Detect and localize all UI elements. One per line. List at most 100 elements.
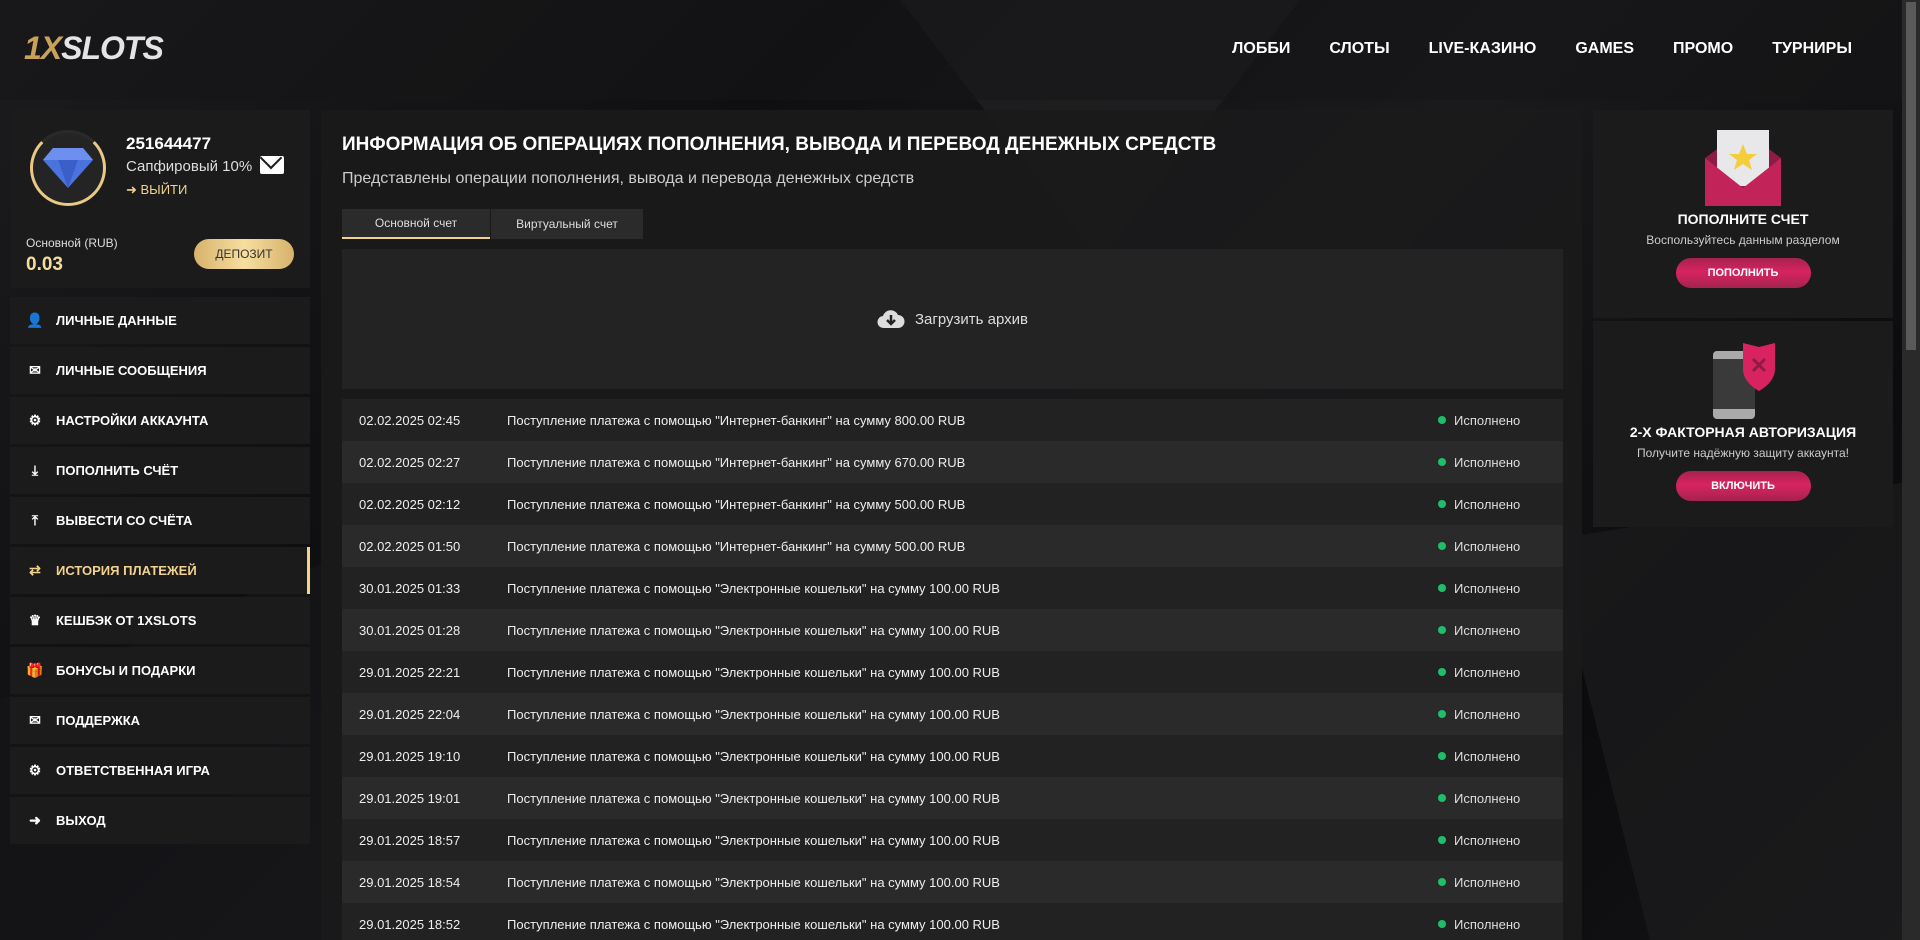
phone-shield-icon bbox=[1713, 343, 1775, 419]
transaction-date: 02.02.2025 02:12 bbox=[359, 496, 461, 512]
transaction-date: 29.01.2025 18:54 bbox=[359, 874, 461, 890]
menu-account-settings[interactable]: ⚙ НАСТРОЙКИ АККАУНТА bbox=[10, 397, 310, 444]
promo-card-2fa: 2-Х ФАКТОРНАЯ АВТОРИЗАЦИЯ Получите надёж… bbox=[1593, 321, 1893, 527]
menu-support[interactable]: ✉ ПОДДЕРЖКА bbox=[10, 697, 310, 744]
nav-live-casino[interactable]: LIVE-КАЗИНО bbox=[1429, 40, 1537, 58]
user-id: 251644477 bbox=[126, 134, 212, 153]
page-scrollbar[interactable] bbox=[1902, 0, 1920, 940]
nav-promo[interactable]: ПРОМО bbox=[1673, 40, 1733, 58]
top-up-button[interactable]: ПОПОЛНИТЬ bbox=[1675, 258, 1811, 288]
header: 1XSLOTS ЛОББИ СЛОТЫ LIVE-КАЗИНО GAMES ПР… bbox=[0, 0, 1902, 100]
menu-label: НАСТРОЙКИ АККАУНТА bbox=[56, 413, 209, 428]
tab-main-account[interactable]: Основной счет bbox=[342, 209, 490, 239]
status-badge: Исполнено bbox=[1438, 875, 1563, 890]
menu-label: БОНУСЫ И ПОДАРКИ bbox=[56, 663, 196, 678]
scrollbar-thumb[interactable] bbox=[1906, 2, 1916, 350]
transaction-date: 29.01.2025 19:10 bbox=[359, 748, 461, 764]
menu-withdraw[interactable]: ⤒ ВЫВЕСТИ СО СЧЁТА bbox=[10, 497, 310, 544]
download-archive-button[interactable]: Загрузить архив bbox=[342, 249, 1563, 389]
transaction-description: Поступление платежа с помощью "Интернет-… bbox=[507, 496, 966, 512]
status-label: Исполнено bbox=[1454, 790, 1521, 806]
status-label: Исполнено bbox=[1454, 580, 1521, 596]
nav-tournaments[interactable]: ТУРНИРЫ bbox=[1772, 40, 1852, 58]
tab-virtual-account[interactable]: Виртуальный счет bbox=[491, 209, 643, 239]
status-label: Исполнено bbox=[1454, 496, 1521, 512]
menu-payment-history[interactable]: ⇄ ИСТОРИЯ ПЛАТЕЖЕЙ bbox=[10, 547, 310, 594]
status-label: Исполнено bbox=[1454, 664, 1521, 680]
promo-card-deposit: ПОПОЛНИТЕ СЧЕТ Воспользуйтесь данным раз… bbox=[1593, 110, 1893, 318]
download-archive-label: Загрузить архив bbox=[914, 310, 1029, 328]
logo[interactable]: 1XSLOTS bbox=[24, 30, 164, 67]
menu-label: ЛИЧНЫЕ ДАННЫЕ bbox=[56, 313, 177, 328]
table-row: 29.01.2025 19:01 Поступление платежа с по… bbox=[342, 777, 1563, 819]
transactions-table: 02.02.2025 02:45 Поступление платежа с по… bbox=[342, 399, 1563, 940]
table-row: 02.02.2025 02:45 Поступление платежа с по… bbox=[342, 399, 1563, 441]
crown-icon: ♛ bbox=[28, 612, 42, 628]
table-row: 30.01.2025 01:28 Поступление платежа с по… bbox=[342, 609, 1563, 651]
transaction-date: 29.01.2025 18:57 bbox=[359, 832, 461, 848]
status-badge: Исполнено bbox=[1438, 833, 1563, 848]
transaction-description: Поступление платежа с помощью "Электронн… bbox=[507, 580, 1000, 596]
menu-personal-data[interactable]: 👤 ЛИЧНЫЕ ДАННЫЕ bbox=[10, 297, 310, 344]
status-label: Исполнено bbox=[1454, 706, 1521, 722]
gears-icon: ⚙ bbox=[28, 762, 42, 778]
transaction-date: 29.01.2025 22:04 bbox=[359, 706, 461, 722]
menu-bonuses[interactable]: 🎁 БОНУСЫ И ПОДАРКИ bbox=[10, 647, 310, 694]
upload-icon: ⤒ bbox=[31, 512, 39, 528]
status-badge: Исполнено bbox=[1438, 581, 1563, 596]
user-plus-icon: 👤 bbox=[26, 312, 44, 328]
main-nav: ЛОББИ СЛОТЫ LIVE-КАЗИНО GAMES ПРОМО ТУРН… bbox=[1232, 40, 1852, 58]
account-menu: 👤 ЛИЧНЫЕ ДАННЫЕ ✉ ЛИЧНЫЕ СООБЩЕНИЯ ⚙ НАСТРО… bbox=[10, 297, 310, 844]
menu-label: ЛИЧНЫЕ СООБЩЕНИЯ bbox=[56, 363, 207, 378]
status-dot-icon bbox=[1438, 542, 1446, 550]
status-label: Исполнено bbox=[1454, 874, 1521, 890]
transaction-date: 29.01.2025 18:52 bbox=[359, 916, 461, 932]
enable-2fa-button[interactable]: ВКЛЮЧИТЬ bbox=[1675, 471, 1811, 501]
status-label: Исполнено bbox=[1454, 622, 1521, 638]
menu-cashback[interactable]: ♛ КЕШБЭК ОТ 1XSLOTS bbox=[10, 597, 310, 644]
status-label: Исполнено bbox=[1454, 748, 1521, 764]
status-dot-icon bbox=[1438, 794, 1446, 802]
envelope-icon[interactable] bbox=[260, 156, 284, 174]
exchange-icon: ⇄ bbox=[29, 562, 41, 578]
sign-out-icon: ➜ bbox=[29, 812, 41, 828]
nav-lobby[interactable]: ЛОББИ bbox=[1232, 40, 1290, 58]
status-dot-icon bbox=[1438, 458, 1446, 466]
cloud-download-icon bbox=[877, 310, 905, 329]
nav-games[interactable]: GAMES bbox=[1575, 40, 1634, 58]
status-badge: Исполнено bbox=[1438, 497, 1563, 512]
promo-text: Воспользуйтесь данным разделом bbox=[1646, 233, 1840, 247]
transaction-description: Поступление платежа с помощью "Электронн… bbox=[507, 874, 1000, 890]
transaction-description: Поступление платежа с помощью "Интернет-… bbox=[507, 454, 966, 470]
status-dot-icon bbox=[1438, 668, 1446, 676]
transaction-description: Поступление платежа с помощью "Электронн… bbox=[507, 916, 1000, 932]
transaction-date: 30.01.2025 01:28 bbox=[359, 622, 461, 638]
nav-slots[interactable]: СЛОТЫ bbox=[1329, 40, 1389, 58]
table-row: 29.01.2025 22:21 Поступление платежа с по… bbox=[342, 651, 1563, 693]
envelope-icon: ✉ bbox=[29, 712, 41, 728]
loyalty-tier: Сапфировый 10% bbox=[126, 158, 253, 175]
table-row: 29.01.2025 19:10 Поступление платежа с по… bbox=[342, 735, 1563, 777]
page-title: ИНФОРМАЦИЯ ОБ ОПЕРАЦИЯХ ПОПОЛНЕНИЯ, ВЫВО… bbox=[342, 134, 1217, 155]
table-row: 02.02.2025 02:12 Поступление платежа с по… bbox=[342, 483, 1563, 525]
menu-deposit[interactable]: ⤓ ПОПОЛНИТЬ СЧЁТ bbox=[10, 447, 310, 494]
logout-link[interactable]: ➜ ВЫЙТИ bbox=[126, 182, 187, 198]
status-badge: Исполнено bbox=[1438, 917, 1563, 932]
avatar bbox=[30, 130, 106, 206]
status-dot-icon bbox=[1438, 710, 1446, 718]
deposit-button[interactable]: ДЕПОЗИТ bbox=[194, 239, 294, 269]
transaction-description: Поступление платежа с помощью "Интернет-… bbox=[507, 538, 966, 554]
transaction-description: Поступление платежа с помощью "Электронн… bbox=[507, 706, 1000, 722]
status-dot-icon bbox=[1438, 836, 1446, 844]
transaction-date: 02.02.2025 02:45 bbox=[359, 412, 461, 428]
status-dot-icon bbox=[1438, 920, 1446, 928]
table-row: 29.01.2025 18:52 Поступление платежа с по… bbox=[342, 903, 1563, 940]
table-row: 02.02.2025 01:50 Поступление платежа с по… bbox=[342, 525, 1563, 567]
status-badge: Исполнено bbox=[1438, 749, 1563, 764]
transaction-date: 02.02.2025 02:27 bbox=[359, 454, 461, 470]
transaction-description: Поступление платежа с помощью "Электронн… bbox=[507, 832, 1000, 848]
menu-responsible-gaming[interactable]: ⚙ ОТВЕТСТВЕННАЯ ИГРА bbox=[10, 747, 310, 794]
menu-messages[interactable]: ✉ ЛИЧНЫЕ СООБЩЕНИЯ bbox=[10, 347, 310, 394]
promo-title: ПОПОЛНИТЕ СЧЕТ bbox=[1677, 211, 1809, 227]
menu-exit[interactable]: ➜ ВЫХОД bbox=[10, 797, 310, 844]
